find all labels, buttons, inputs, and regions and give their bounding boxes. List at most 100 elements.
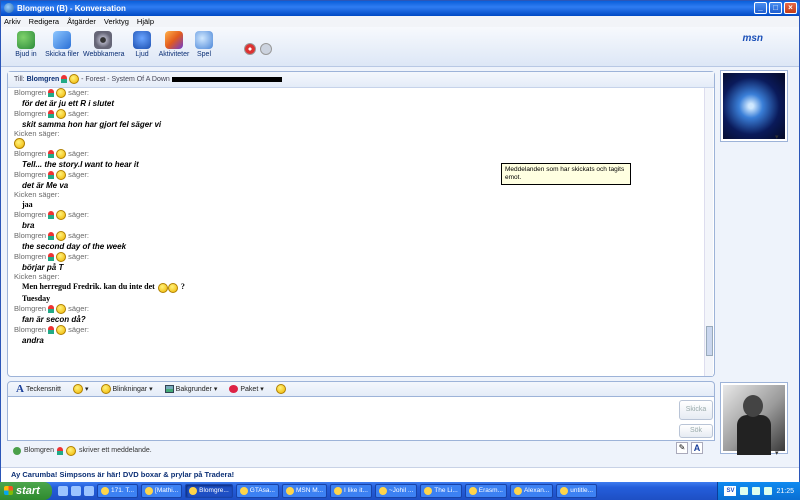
message-text: bra (22, 221, 35, 231)
maximize-button[interactable]: □ (769, 2, 782, 14)
send-files-button[interactable]: Skicka filer (45, 29, 79, 58)
smiley-icon (65, 446, 76, 456)
minimize-button[interactable]: _ (754, 2, 767, 14)
block-icon[interactable] (244, 43, 256, 55)
ad-banner[interactable]: Ay Carumba! Simpsons är här! DVD boxar &… (1, 467, 799, 483)
webcam-button[interactable]: Webbkamera (83, 29, 125, 58)
emoticon-button[interactable]: ▾ (72, 384, 89, 394)
history-tooltip: Meddelanden som har skickats och tagits … (501, 163, 631, 185)
flower-icon (48, 325, 55, 334)
message-text: skit samma hon har gjort fel säger vi (22, 120, 162, 129)
quicklaunch-icon[interactable] (71, 486, 81, 496)
nudge-button[interactable] (275, 384, 286, 394)
app-icon (334, 487, 343, 495)
menu-hjalp[interactable]: Hjälp (137, 16, 154, 27)
taskbar-button[interactable]: Alexan... (509, 484, 554, 498)
typing-status: Blomgren skriver ett meddelande. (7, 443, 715, 459)
menu-verktyg[interactable]: Verktyg (104, 16, 129, 27)
conversation-pane: Till: Blomgren - Forest - System Of A Do… (7, 71, 715, 377)
games-icon (195, 31, 213, 49)
message-sender: Blomgren säger: (14, 231, 89, 242)
close-button[interactable]: × (784, 2, 797, 14)
flower-icon (48, 110, 55, 118)
taskbar-button[interactable]: MSN M... (281, 484, 328, 498)
taskbar-button[interactable]: The Li... (420, 484, 462, 498)
games-button[interactable]: Spel (187, 29, 221, 58)
backgrounds-button[interactable]: Bakgrunder ▾ (164, 385, 217, 393)
search-button[interactable]: Sök (679, 424, 713, 438)
quicklaunch-icon[interactable] (84, 486, 94, 496)
taskbar-button[interactable]: ~Johil ... (374, 484, 418, 498)
menu-atgarder[interactable]: Åtgärder (67, 16, 96, 27)
taskbar: start 171. T... [Mathi... Blomgre... GTAsa.… (0, 482, 800, 500)
message-sender: Blomgren säger: (14, 109, 89, 119)
message-text: the second day of the week (22, 242, 127, 252)
my-picture-dropdown-icon[interactable]: ▾ (775, 449, 785, 457)
task-list: 171. T... [Mathi... Blomgre... GTAsa... MSN … (94, 484, 598, 498)
send-button[interactable]: Skicka (679, 400, 713, 420)
smiley-icon (56, 210, 67, 221)
recipient-bar: Till: Blomgren - Forest - System Of A Do… (8, 72, 714, 88)
grin-emoticon-icon (157, 282, 168, 293)
quicklaunch-icon[interactable] (58, 486, 68, 496)
taskbar-button[interactable]: 171. T... (97, 484, 139, 498)
title-bar[interactable]: Blomgren (B) - Konversation _ □ × (1, 1, 799, 16)
quick-launch (58, 486, 94, 496)
font-button[interactable]: A Teckensnitt (16, 383, 61, 395)
app-icon (189, 487, 198, 495)
my-display-picture[interactable] (720, 382, 788, 455)
tray-icon[interactable] (740, 487, 749, 495)
menu-arkiv[interactable]: Arkiv (4, 16, 21, 27)
invite-button[interactable]: Bjud in (9, 29, 43, 58)
msn-logo: msn (742, 33, 763, 44)
app-icon (468, 487, 477, 495)
tray-icon[interactable] (752, 487, 761, 495)
flower-icon (48, 232, 55, 241)
taskbar-button[interactable]: GTAsa... (235, 484, 279, 498)
flower-icon (48, 89, 55, 97)
packs-button[interactable]: Paket ▾ (229, 385, 264, 393)
taskbar-button[interactable]: Erasm... (464, 484, 507, 498)
taskbar-button[interactable]: untitle... (556, 484, 598, 498)
language-indicator[interactable]: SV (724, 486, 737, 496)
flower-icon (61, 75, 68, 84)
taskbar-button[interactable]: Blomgre... (185, 484, 233, 498)
wink-icon (100, 384, 111, 394)
message-text: för det är ju ett R i slutet (22, 99, 115, 108)
history-scrollbar[interactable] (704, 88, 713, 376)
recipient-status: - Forest - System Of A Down (81, 76, 170, 83)
tray-icon[interactable] (764, 487, 773, 495)
winks-button[interactable]: Blinkningar ▾ (100, 384, 153, 394)
scrollbar-thumb[interactable] (706, 326, 713, 356)
message-text: andra (22, 335, 44, 345)
nudge-icon (275, 384, 286, 394)
message-input[interactable] (7, 397, 715, 441)
message-sender: Blomgren säger: (14, 149, 89, 160)
handwriting-icon[interactable]: ✎ (676, 442, 688, 454)
taskbar-button[interactable]: [Mathi... (141, 484, 183, 498)
message-text: Men herregud Fredrik. kan du inte det? (22, 282, 185, 293)
toolbar: Bjud in Skicka filer Webbkamera Ljud Akt… (1, 27, 799, 67)
taskbar-button[interactable]: I like it... (330, 484, 372, 498)
contact-display-picture[interactable] (720, 70, 788, 142)
menu-redigera[interactable]: Redigera (29, 16, 59, 27)
smiley-icon (56, 324, 67, 335)
flower-icon (48, 150, 55, 159)
message-history[interactable]: Blomgren säger: för det är ju ett R i slut… (8, 88, 706, 376)
clock[interactable]: 21:25 (776, 488, 794, 495)
message-sender: Kicken säger: (14, 129, 60, 138)
options-icon[interactable] (260, 43, 272, 55)
start-button[interactable]: start (0, 482, 52, 500)
text-mode-icon[interactable]: A (691, 442, 703, 454)
audio-button[interactable]: Ljud (125, 29, 159, 58)
message-text (8, 138, 706, 150)
contact-picture-dropdown-icon[interactable]: ▾ (775, 133, 785, 141)
app-icon (560, 487, 569, 495)
format-toolbar: A Teckensnitt ▾ Blinkningar ▾ Bakgrunder ▾ … (7, 381, 715, 397)
flower-icon (48, 253, 55, 262)
message-sender: Blomgren säger: (14, 303, 89, 314)
message-text: börjar på T (22, 263, 64, 273)
message-sender: Kicken säger: (14, 190, 60, 200)
message-sender: Blomgren säger: (14, 324, 89, 335)
smiley-icon (56, 231, 67, 242)
